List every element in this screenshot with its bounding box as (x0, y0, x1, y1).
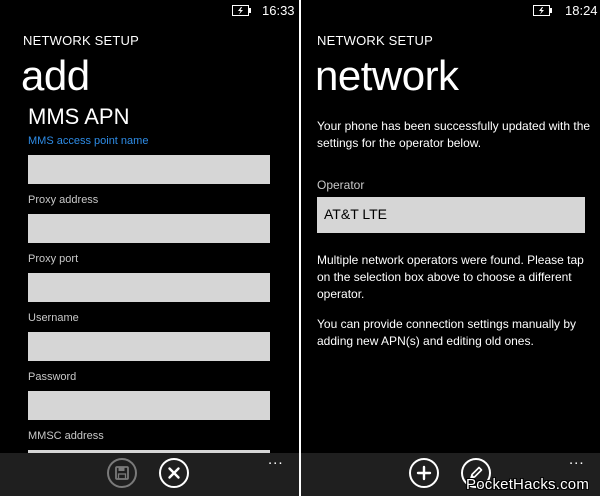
mmsc-address-label: MMSC address (28, 430, 104, 442)
network-screen: 18:24 NETWORK SETUP network Your phone h… (301, 0, 600, 496)
proxy-port-label: Proxy port (28, 253, 79, 265)
save-icon (115, 466, 129, 480)
proxy-port-input[interactable] (28, 273, 270, 302)
battery-charging-icon (232, 5, 251, 16)
proxy-address-label: Proxy address (28, 194, 99, 206)
app-title: NETWORK SETUP (23, 33, 139, 48)
proxy-address-input[interactable] (28, 214, 270, 243)
more-options-button[interactable]: ... (569, 451, 585, 468)
app-bar (0, 453, 299, 496)
status-bar: 16:33 (0, 0, 299, 22)
add-icon (416, 465, 432, 481)
more-options-button[interactable]: ... (268, 451, 284, 468)
operator-select[interactable]: AT&T LTE (317, 197, 585, 233)
battery-charging-icon (533, 5, 552, 16)
clock: 16:33 (262, 3, 295, 18)
page-title: add (21, 52, 90, 99)
save-button[interactable] (107, 458, 137, 488)
username-input[interactable] (28, 332, 270, 361)
section-title: MMS APN (28, 104, 130, 129)
password-label: Password (28, 371, 77, 383)
manual-settings-text: You can provide connection settings manu… (317, 317, 577, 348)
cancel-icon (168, 467, 180, 479)
page-title: network (315, 52, 459, 99)
update-success-text: Your phone has been successfully updated… (317, 119, 591, 150)
add-apn-button[interactable] (409, 458, 439, 488)
add-apn-screen: 16:33 NETWORK SETUP add MMS APN MMS acce… (0, 0, 299, 496)
mms-apn-label: MMS access point name (28, 135, 149, 147)
app-title: NETWORK SETUP (317, 33, 433, 48)
multiple-operators-text: Multiple network operators were found. P… (317, 253, 584, 301)
password-input[interactable] (28, 391, 270, 420)
username-label: Username (28, 312, 79, 324)
status-bar: 18:24 (301, 0, 600, 22)
cancel-button[interactable] (159, 458, 189, 488)
watermark: PocketHacks.com (466, 476, 590, 493)
mms-apn-input[interactable] (28, 155, 270, 184)
clock: 18:24 (565, 3, 598, 18)
operator-label: Operator (317, 178, 365, 192)
